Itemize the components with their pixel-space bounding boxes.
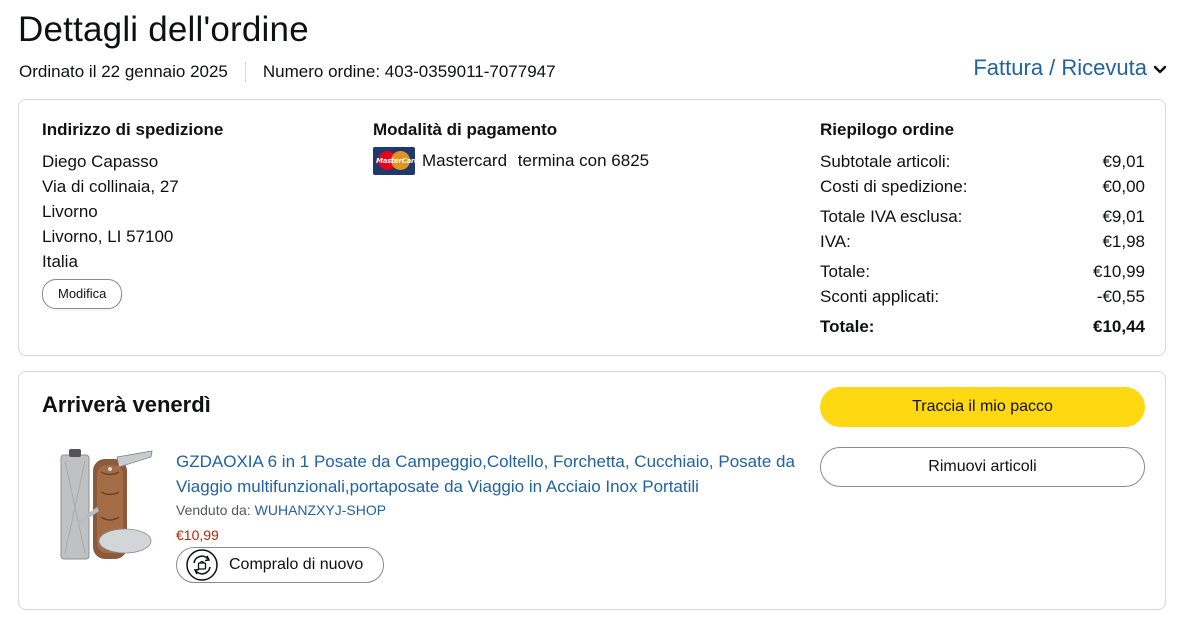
address-line: Livorno (42, 202, 98, 221)
seller-link[interactable]: WUHANZXYJ-SHOP (255, 502, 386, 518)
page-title: Dettagli dell'ordine (18, 10, 309, 49)
track-package-button[interactable]: Traccia il mio pacco (820, 387, 1145, 427)
summary-heading: Riepilogo ordine (820, 120, 955, 139)
address-line: Via di collinaia, 27 (42, 177, 179, 196)
item-price: €10,99 (176, 527, 219, 543)
product-image[interactable] (57, 447, 157, 562)
buy-again-label: Compralo di nuovo (229, 556, 364, 573)
payment-heading: Modalità di pagamento (373, 120, 558, 139)
meta-divider (244, 62, 246, 82)
summary-row: Costi di spedizione: €0,00 (820, 177, 1145, 196)
mastercard-icon: MasterCard (373, 147, 415, 175)
order-meta: Ordinato il 22 gennaio 2025 Numero ordin… (19, 62, 556, 82)
order-summary: Riepilogo ordine Subtotale articoli: €9,0… (820, 120, 1145, 339)
product-title-link[interactable]: GZDAOXIA 6 in 1 Posate da Campeggio,Colt… (176, 449, 796, 499)
card-ending: termina con 6825 (517, 151, 650, 170)
shipping-heading: Indirizzo di spedizione (42, 120, 224, 139)
summary-grand-total: Totale: €10,44 (820, 317, 1145, 336)
order-number: Numero ordine: 403-0359011-7077947 (262, 62, 556, 81)
shipment-card: Arriverà venerdì GZDAOXIA 6 in 1 Posate … (18, 371, 1166, 610)
summary-row: Subtotale articoli: €9,01 (820, 152, 1145, 171)
summary-row: Totale: €10,99 (820, 262, 1145, 281)
arrival-heading: Arriverà venerdì (42, 392, 211, 417)
chevron-down-icon (1153, 65, 1167, 73)
invoice-label: Fattura / Ricevuta (973, 55, 1147, 80)
card-brand: Mastercard (422, 151, 508, 170)
summary-row: Totale IVA esclusa: €9,01 (820, 207, 1145, 226)
edit-address-button[interactable]: Modifica (42, 279, 123, 309)
shipping-address: Indirizzo di spedizione Diego Capasso Vi… (42, 120, 223, 309)
order-date: Ordinato il 22 gennaio 2025 (19, 62, 228, 81)
sold-by: Venduto da: WUHANZXYJ-SHOP (176, 502, 386, 518)
order-info-card: Indirizzo di spedizione Diego Capasso Vi… (18, 99, 1166, 356)
payment-method: Modalità di pagamento MasterCard Masterc… (373, 120, 649, 175)
buy-again-button[interactable]: Compralo di nuovo (176, 547, 384, 583)
address-line: Diego Capasso (42, 152, 159, 171)
summary-row: IVA: €1,98 (820, 232, 1145, 251)
summary-row: Sconti applicati: -€0,55 (820, 287, 1145, 306)
invoice-dropdown[interactable]: Fattura / Ricevuta (973, 55, 1167, 81)
address-line: Livorno, LI 57100 (42, 227, 174, 246)
sold-by-label: Venduto da: (176, 502, 251, 518)
remove-items-button[interactable]: Rimuovi articoli (820, 447, 1145, 487)
buy-again-icon (185, 548, 219, 582)
address-line: Italia (42, 252, 78, 271)
